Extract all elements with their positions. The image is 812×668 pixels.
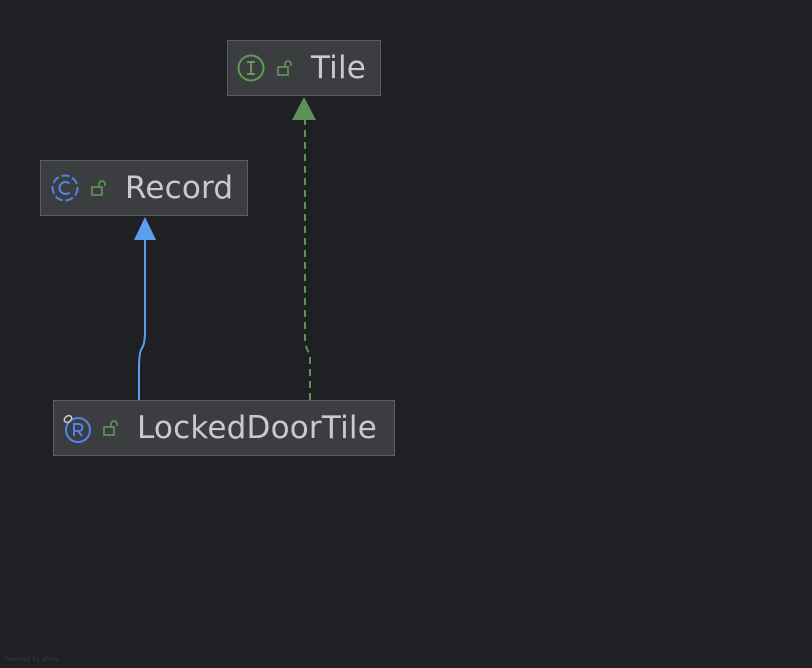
lock-open-icon <box>103 420 118 436</box>
implements-edge <box>304 120 311 400</box>
node-label: LockedDoorTile <box>137 410 377 446</box>
implements-arrowhead <box>292 97 316 120</box>
node-locked-door-tile[interactable]: LockedDoorTile <box>53 400 395 456</box>
record-icon <box>63 414 91 443</box>
node-tile[interactable]: Tile <box>227 40 381 96</box>
node-label: Tile <box>311 50 367 86</box>
extends-edge <box>138 240 146 400</box>
lock-open-icon <box>91 180 106 196</box>
extends-arrowhead <box>134 217 156 240</box>
interface-icon <box>237 54 265 82</box>
footer-credit: Powered by yFiles <box>5 656 59 663</box>
lock-open-icon <box>277 60 292 76</box>
class-icon <box>51 174 79 202</box>
edges-layer <box>134 97 316 400</box>
node-record[interactable]: Record <box>40 160 248 216</box>
node-label: Record <box>125 170 234 206</box>
